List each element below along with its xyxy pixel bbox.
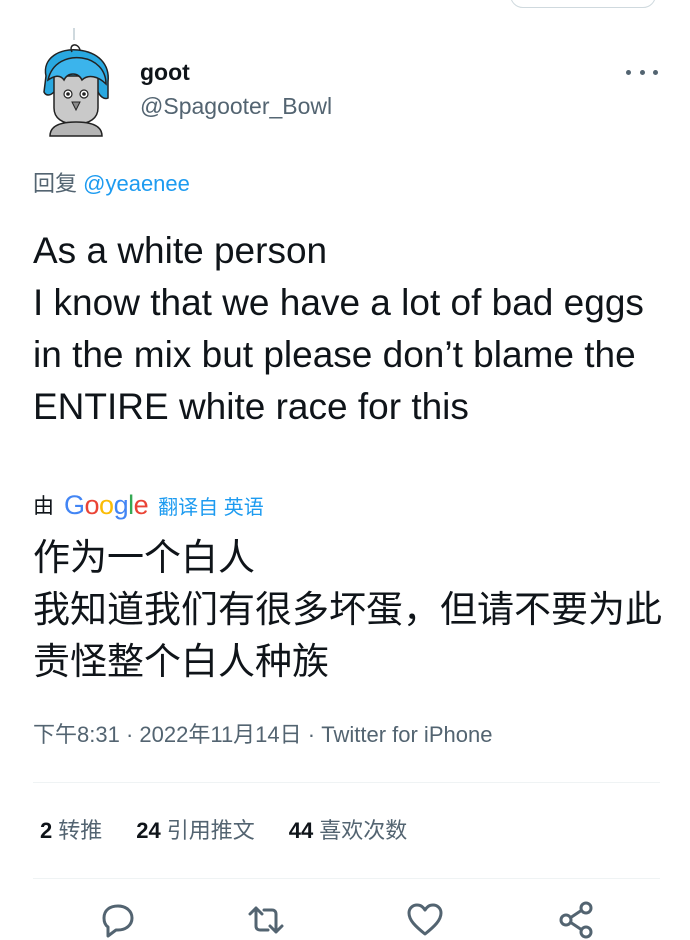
follow-button-partial[interactable] bbox=[510, 0, 656, 8]
more-horizontal-icon[interactable] bbox=[626, 63, 658, 81]
retweets-count: 2 bbox=[40, 818, 53, 843]
retweet-icon[interactable] bbox=[246, 900, 286, 940]
tweet-date[interactable]: 2022年11月14日 bbox=[139, 722, 301, 747]
share-icon[interactable] bbox=[556, 900, 596, 940]
reply-icon[interactable] bbox=[98, 900, 138, 940]
divider bbox=[33, 878, 660, 879]
author-handle[interactable]: @Spagooter_Bowl bbox=[140, 91, 332, 121]
retweets-stat[interactable]: 2 转推 bbox=[40, 814, 102, 848]
tweet-source[interactable]: Twitter for iPhone bbox=[321, 722, 492, 747]
tweet-text: As a white person I know that we have a … bbox=[33, 230, 644, 427]
heart-icon[interactable] bbox=[405, 900, 445, 940]
reply-context: 回复 @yeaenee bbox=[33, 169, 190, 199]
reply-to-handle[interactable]: @yeaenee bbox=[83, 171, 190, 196]
tweet-time[interactable]: 下午8:31 bbox=[33, 722, 120, 747]
likes-stat[interactable]: 44 喜欢次数 bbox=[289, 814, 408, 848]
quotes-stat[interactable]: 24 引用推文 bbox=[136, 814, 255, 848]
avatar[interactable] bbox=[38, 44, 114, 137]
likes-count: 44 bbox=[288, 818, 314, 843]
tweet-meta: 下午8:31 · 2022年11月14日 · Twitter for iPhon… bbox=[33, 719, 492, 751]
tweet-stats: 2 转推 24 引用推文 44 喜欢次数 bbox=[40, 814, 441, 848]
translated-from-link[interactable]: 翻译自 英语 bbox=[158, 491, 264, 520]
tweet-author[interactable]: goot @Spagooter_Bowl bbox=[140, 58, 332, 121]
divider bbox=[33, 782, 660, 783]
translated-by-label: 由 bbox=[33, 495, 54, 518]
likes-label: 喜欢次数 bbox=[319, 818, 408, 843]
meta-separator: · bbox=[125, 722, 140, 747]
thread-connector-line bbox=[73, 28, 75, 40]
translated-text: 作为一个白人 我知道我们有很多坏蛋，但请不要为此责怪整个白人种族 bbox=[33, 537, 662, 682]
translation-attribution: 由 Google 翻译自 英语 bbox=[33, 488, 264, 522]
quotes-label: 引用推文 bbox=[166, 818, 255, 843]
retweets-label: 转推 bbox=[58, 818, 103, 843]
reply-prefix: 回复 bbox=[33, 171, 78, 196]
quotes-count: 24 bbox=[136, 818, 161, 843]
google-logo: Google bbox=[64, 489, 149, 520]
meta-separator: · bbox=[307, 722, 322, 747]
author-name[interactable]: goot bbox=[140, 58, 332, 86]
